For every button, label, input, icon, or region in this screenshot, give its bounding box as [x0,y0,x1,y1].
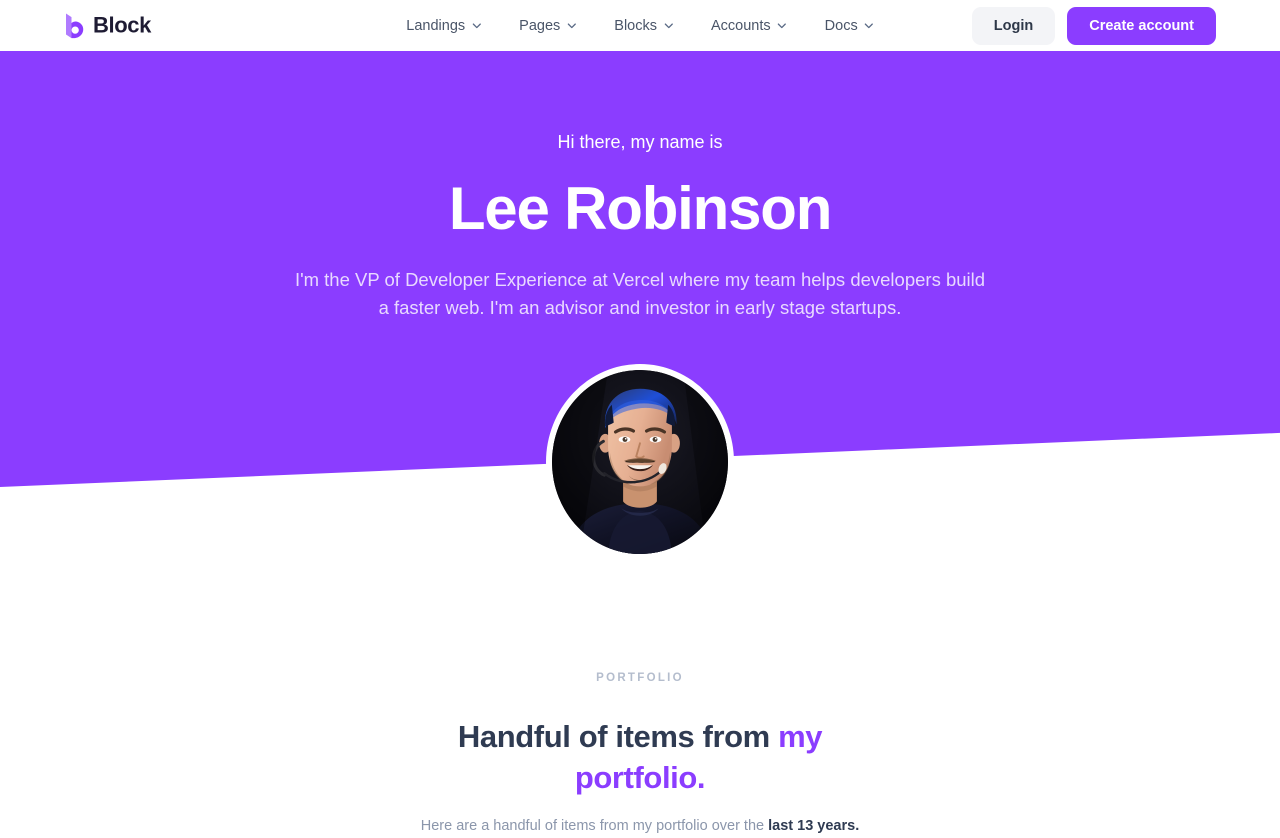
nav-item-label: Docs [824,17,858,34]
nav-item-label: Blocks [614,17,657,34]
chevron-down-icon [472,22,481,29]
brand-logo[interactable]: Block [64,12,151,39]
portfolio-description-strong: last 13 years. [768,818,860,835]
portfolio-section: PORTFOLIO Handful of items from my portf… [0,600,1280,838]
portfolio-title-plain: Handful of items from [457,719,779,754]
chevron-down-icon [865,22,874,29]
nav-item-accounts[interactable]: Accounts [692,12,806,40]
hero-greeting: Hi there, my name is [557,132,723,152]
nav-item-pages[interactable]: Pages [500,12,595,40]
chevron-down-icon [778,22,787,29]
portfolio-description-plain: Here are a handful of items from my port… [420,818,769,835]
nav-item-landings[interactable]: Landings [387,12,500,40]
nav-item-label: Landings [406,17,466,34]
portrait-photo [552,370,728,554]
portfolio-title: Handful of items from my portfolio. [430,716,850,798]
avatar [546,364,734,560]
block-logo-icon [64,12,86,39]
site-header: Block Landings Pages Blocks Accounts Doc… [0,0,1280,51]
main-navigation: Landings Pages Blocks Accounts Docs [387,12,892,40]
avatar-image [546,364,734,560]
login-button[interactable]: Login [971,6,1056,45]
hero-name: Lee Robinson [448,175,832,243]
chevron-down-icon [567,22,576,29]
header-actions: Login Create account [971,6,1216,45]
hero-subtitle: I'm the VP of Developer Experience at Ve… [294,268,986,318]
hero-content: Hi there, my name is Lee Robinson I'm th… [0,51,1280,321]
brand-name: Block [93,12,151,38]
nav-item-label: Pages [519,17,561,34]
nav-item-label: Accounts [711,17,771,34]
nav-item-docs[interactable]: Docs [806,12,893,40]
create-account-button[interactable]: Create account [1067,6,1216,45]
section-eyebrow: PORTFOLIO [596,672,684,684]
nav-item-blocks[interactable]: Blocks [595,12,692,40]
chevron-down-icon [664,22,673,29]
portfolio-description: Here are a handful of items from my port… [0,816,1280,838]
